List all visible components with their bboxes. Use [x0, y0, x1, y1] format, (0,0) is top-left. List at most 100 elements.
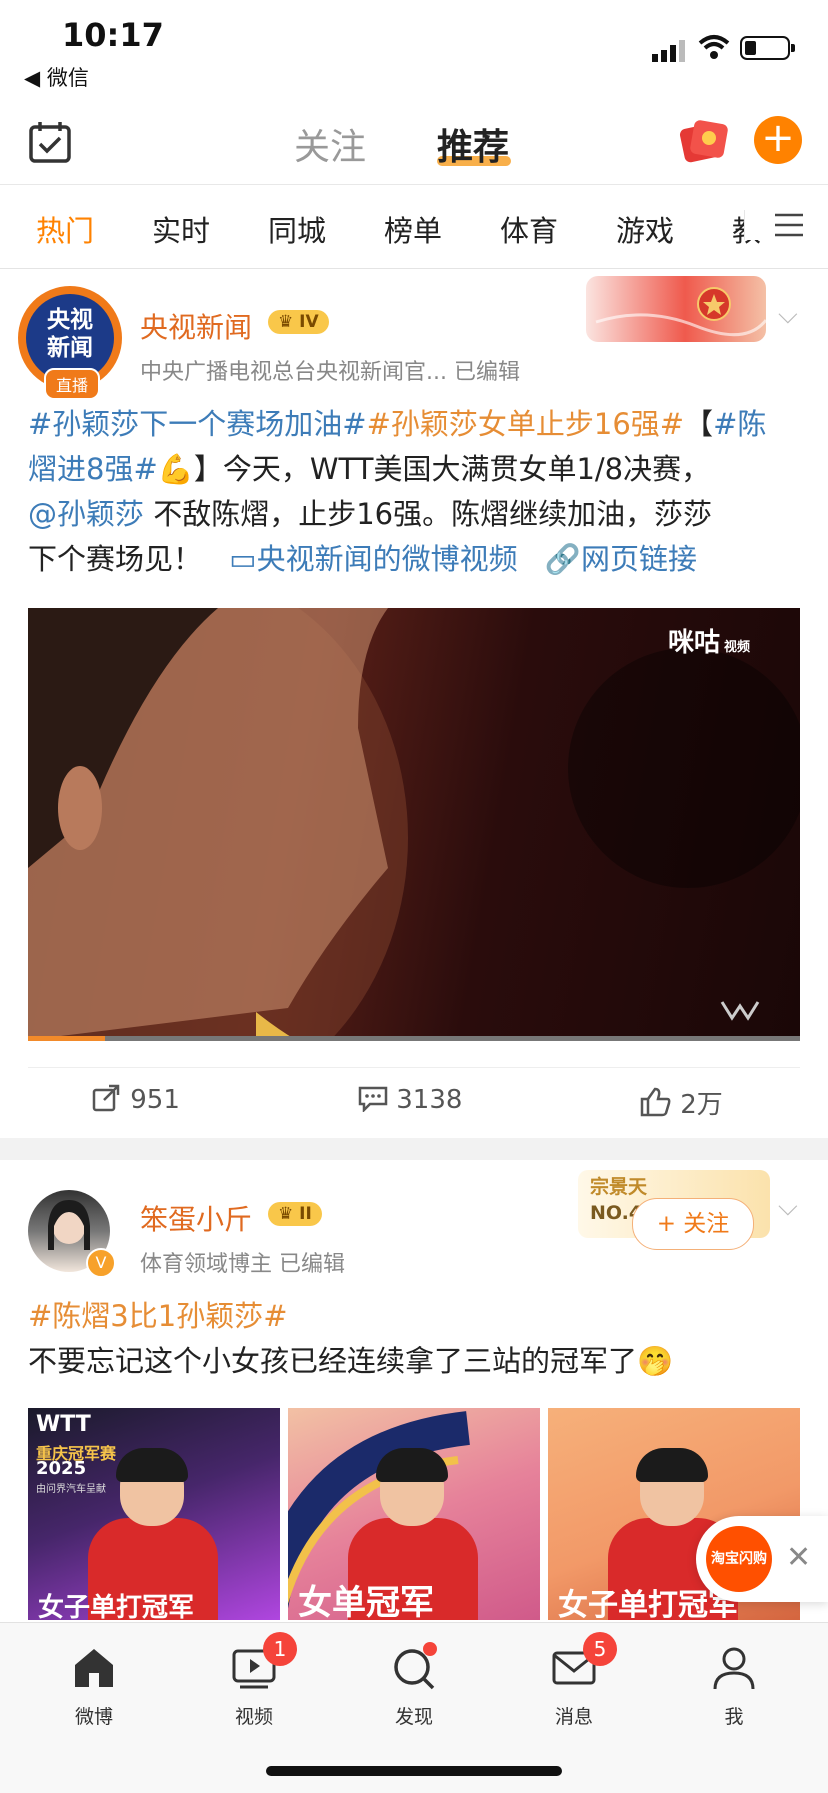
follow-button[interactable]: + 关注	[632, 1198, 754, 1250]
category-hot[interactable]: 热门	[36, 208, 94, 250]
athlete-hair	[376, 1448, 448, 1482]
video-progress-bar[interactable]	[28, 1036, 800, 1041]
author-verification: 中央广播电视总台央视新闻官...	[140, 360, 447, 385]
watermark-sub: 视频	[724, 640, 751, 655]
tab-label: 发现	[394, 1706, 433, 1728]
like-count: 2万	[680, 1090, 723, 1120]
post-image[interactable]: 女单冠军	[288, 1408, 540, 1620]
avatar-text-line1: 央视	[47, 307, 93, 333]
promo-banner-image[interactable]	[586, 276, 768, 342]
profile-icon	[713, 1647, 755, 1690]
video-frame	[28, 608, 800, 1040]
video-link[interactable]: ▭央视新闻的微博视频	[229, 542, 517, 576]
fan-banner-name: 宗景天	[590, 1176, 648, 1198]
post-text: 下个赛场见！	[28, 542, 203, 576]
tab-label: 微博	[74, 1706, 113, 1728]
home-indicator	[266, 1766, 562, 1776]
watermark-brand: 咪咕	[668, 628, 721, 658]
hashtag-link[interactable]: #陈	[713, 407, 766, 441]
unread-badge: 1	[263, 1632, 297, 1666]
tab-messages[interactable]: 5 消息	[519, 1632, 629, 1729]
image-sponsor: 由问界汽车呈献	[36, 1484, 106, 1495]
tab-me[interactable]: 我	[679, 1640, 789, 1729]
repost-button[interactable]: 951	[92, 1084, 180, 1115]
close-icon[interactable]: ✕	[786, 1540, 811, 1575]
chevron-down-icon[interactable]: ⌵	[778, 1192, 798, 1223]
image-title: WTT	[36, 1412, 91, 1437]
athlete-hair	[636, 1448, 708, 1482]
edited-label: 已编辑	[453, 360, 520, 385]
tab-label: 我	[724, 1706, 744, 1728]
comment-count: 3138	[396, 1085, 463, 1115]
tab-follow[interactable]: 关注	[294, 118, 366, 170]
chevron-down-icon[interactable]: ⌵	[778, 300, 798, 331]
hashtag-link[interactable]: #孙颖莎下一个赛场加油#	[28, 407, 367, 441]
comment-button[interactable]: 3138	[358, 1084, 462, 1115]
web-link[interactable]: 🔗网页链接	[545, 542, 697, 576]
category-games[interactable]: 游戏	[616, 208, 674, 250]
post-text: 】今天，WTT美国大满贯女单1/8决赛，	[193, 452, 711, 486]
hashtag-link[interactable]: #孙颖莎女单止步16强#	[367, 407, 685, 441]
repost-count: 951	[130, 1085, 180, 1115]
compose-plus-button[interactable]: +	[754, 116, 802, 164]
avatar-text-line2: 新闻	[47, 335, 93, 361]
post-author[interactable]: 央视新闻	[140, 306, 252, 346]
taobao-flash-button[interactable]: 淘宝闪购	[706, 1526, 772, 1592]
comment-icon	[358, 1086, 388, 1114]
hashtag-link[interactable]: #陈熠3比1孙颖莎#	[28, 1299, 288, 1333]
back-to-app-link[interactable]: ◀ 微信	[24, 62, 89, 92]
post-body: #陈熠3比1孙颖莎# 不要忘记这个小女孩已经连续拿了三站的冠军了🤭	[28, 1294, 800, 1384]
signal-icon	[652, 40, 685, 62]
post-text: 不敌陈熠，止步16强。陈熠继续加油，莎莎	[144, 497, 713, 531]
web-link-text: 网页链接	[580, 542, 697, 576]
athlete-hair	[116, 1448, 188, 1482]
tab-label: 消息	[554, 1706, 593, 1728]
status-bar: 10:17 ◀ 微信	[0, 0, 828, 100]
post-subtitle: 中央广播电视总台央视新闻官... 已编辑	[140, 354, 520, 386]
category-menu-button[interactable]	[744, 210, 805, 240]
post-subtitle: 体育领域博主 已编辑	[140, 1246, 345, 1278]
tab-discover[interactable]: 发现	[359, 1640, 469, 1729]
menu-icon	[775, 213, 803, 237]
battery-icon	[740, 36, 795, 60]
post-separator	[0, 1138, 828, 1160]
category-realtime[interactable]: 实时	[152, 208, 210, 250]
unread-badge: 5	[583, 1632, 617, 1666]
flag-decoration-icon	[595, 287, 768, 337]
live-badge: 直播	[44, 368, 101, 400]
user-level-text: IV	[299, 312, 319, 332]
post-author[interactable]: 笨蛋小斤	[140, 1198, 252, 1238]
video-link-icon: ▭	[229, 542, 257, 576]
emoji: 💪	[157, 452, 194, 486]
tab-home[interactable]: 微博	[39, 1640, 149, 1729]
user-level-badge: ♛ II	[268, 1202, 322, 1226]
thumbs-up-icon	[640, 1087, 671, 1117]
post-body: #孙颖莎下一个赛场加油##孙颖莎女单止步16强#【#陈 熠进8强#💪】今天，WT…	[28, 402, 800, 582]
hashtag-link[interactable]: 熠进8强#	[28, 452, 158, 486]
text-bracket: 【	[684, 407, 714, 441]
mention-link[interactable]: @孙颖莎	[28, 497, 144, 531]
clock: 10:17	[62, 16, 164, 54]
link-icon: 🔗	[544, 542, 581, 576]
video-link-text: 央视新闻的微博视频	[256, 542, 518, 576]
tab-video[interactable]: 1 视频	[199, 1632, 309, 1729]
tab-recommend[interactable]: 推荐	[437, 118, 509, 170]
like-button[interactable]: 2万	[640, 1084, 723, 1121]
category-rankings[interactable]: 榜单	[384, 208, 442, 250]
emoji: 🤭	[637, 1344, 674, 1378]
wifi-icon	[698, 35, 730, 59]
image-caption: 女子单打冠军	[38, 1593, 195, 1620]
author-verification: 体育领域博主	[140, 1252, 273, 1277]
tab-label: 视频	[234, 1706, 273, 1728]
image-year: 2025	[36, 1458, 87, 1479]
calendar-checkin-icon[interactable]	[28, 120, 72, 164]
category-sports[interactable]: 体育	[500, 208, 558, 250]
repost-icon	[92, 1084, 120, 1112]
wtt-logo-icon	[720, 1001, 760, 1021]
verified-badge-icon: V	[86, 1248, 116, 1278]
video-player[interactable]: 咪咕 视频	[28, 608, 800, 1040]
divider	[28, 1067, 800, 1068]
category-local[interactable]: 同城	[268, 208, 326, 250]
red-packet-icon[interactable]	[676, 114, 730, 166]
home-icon	[75, 1649, 113, 1687]
